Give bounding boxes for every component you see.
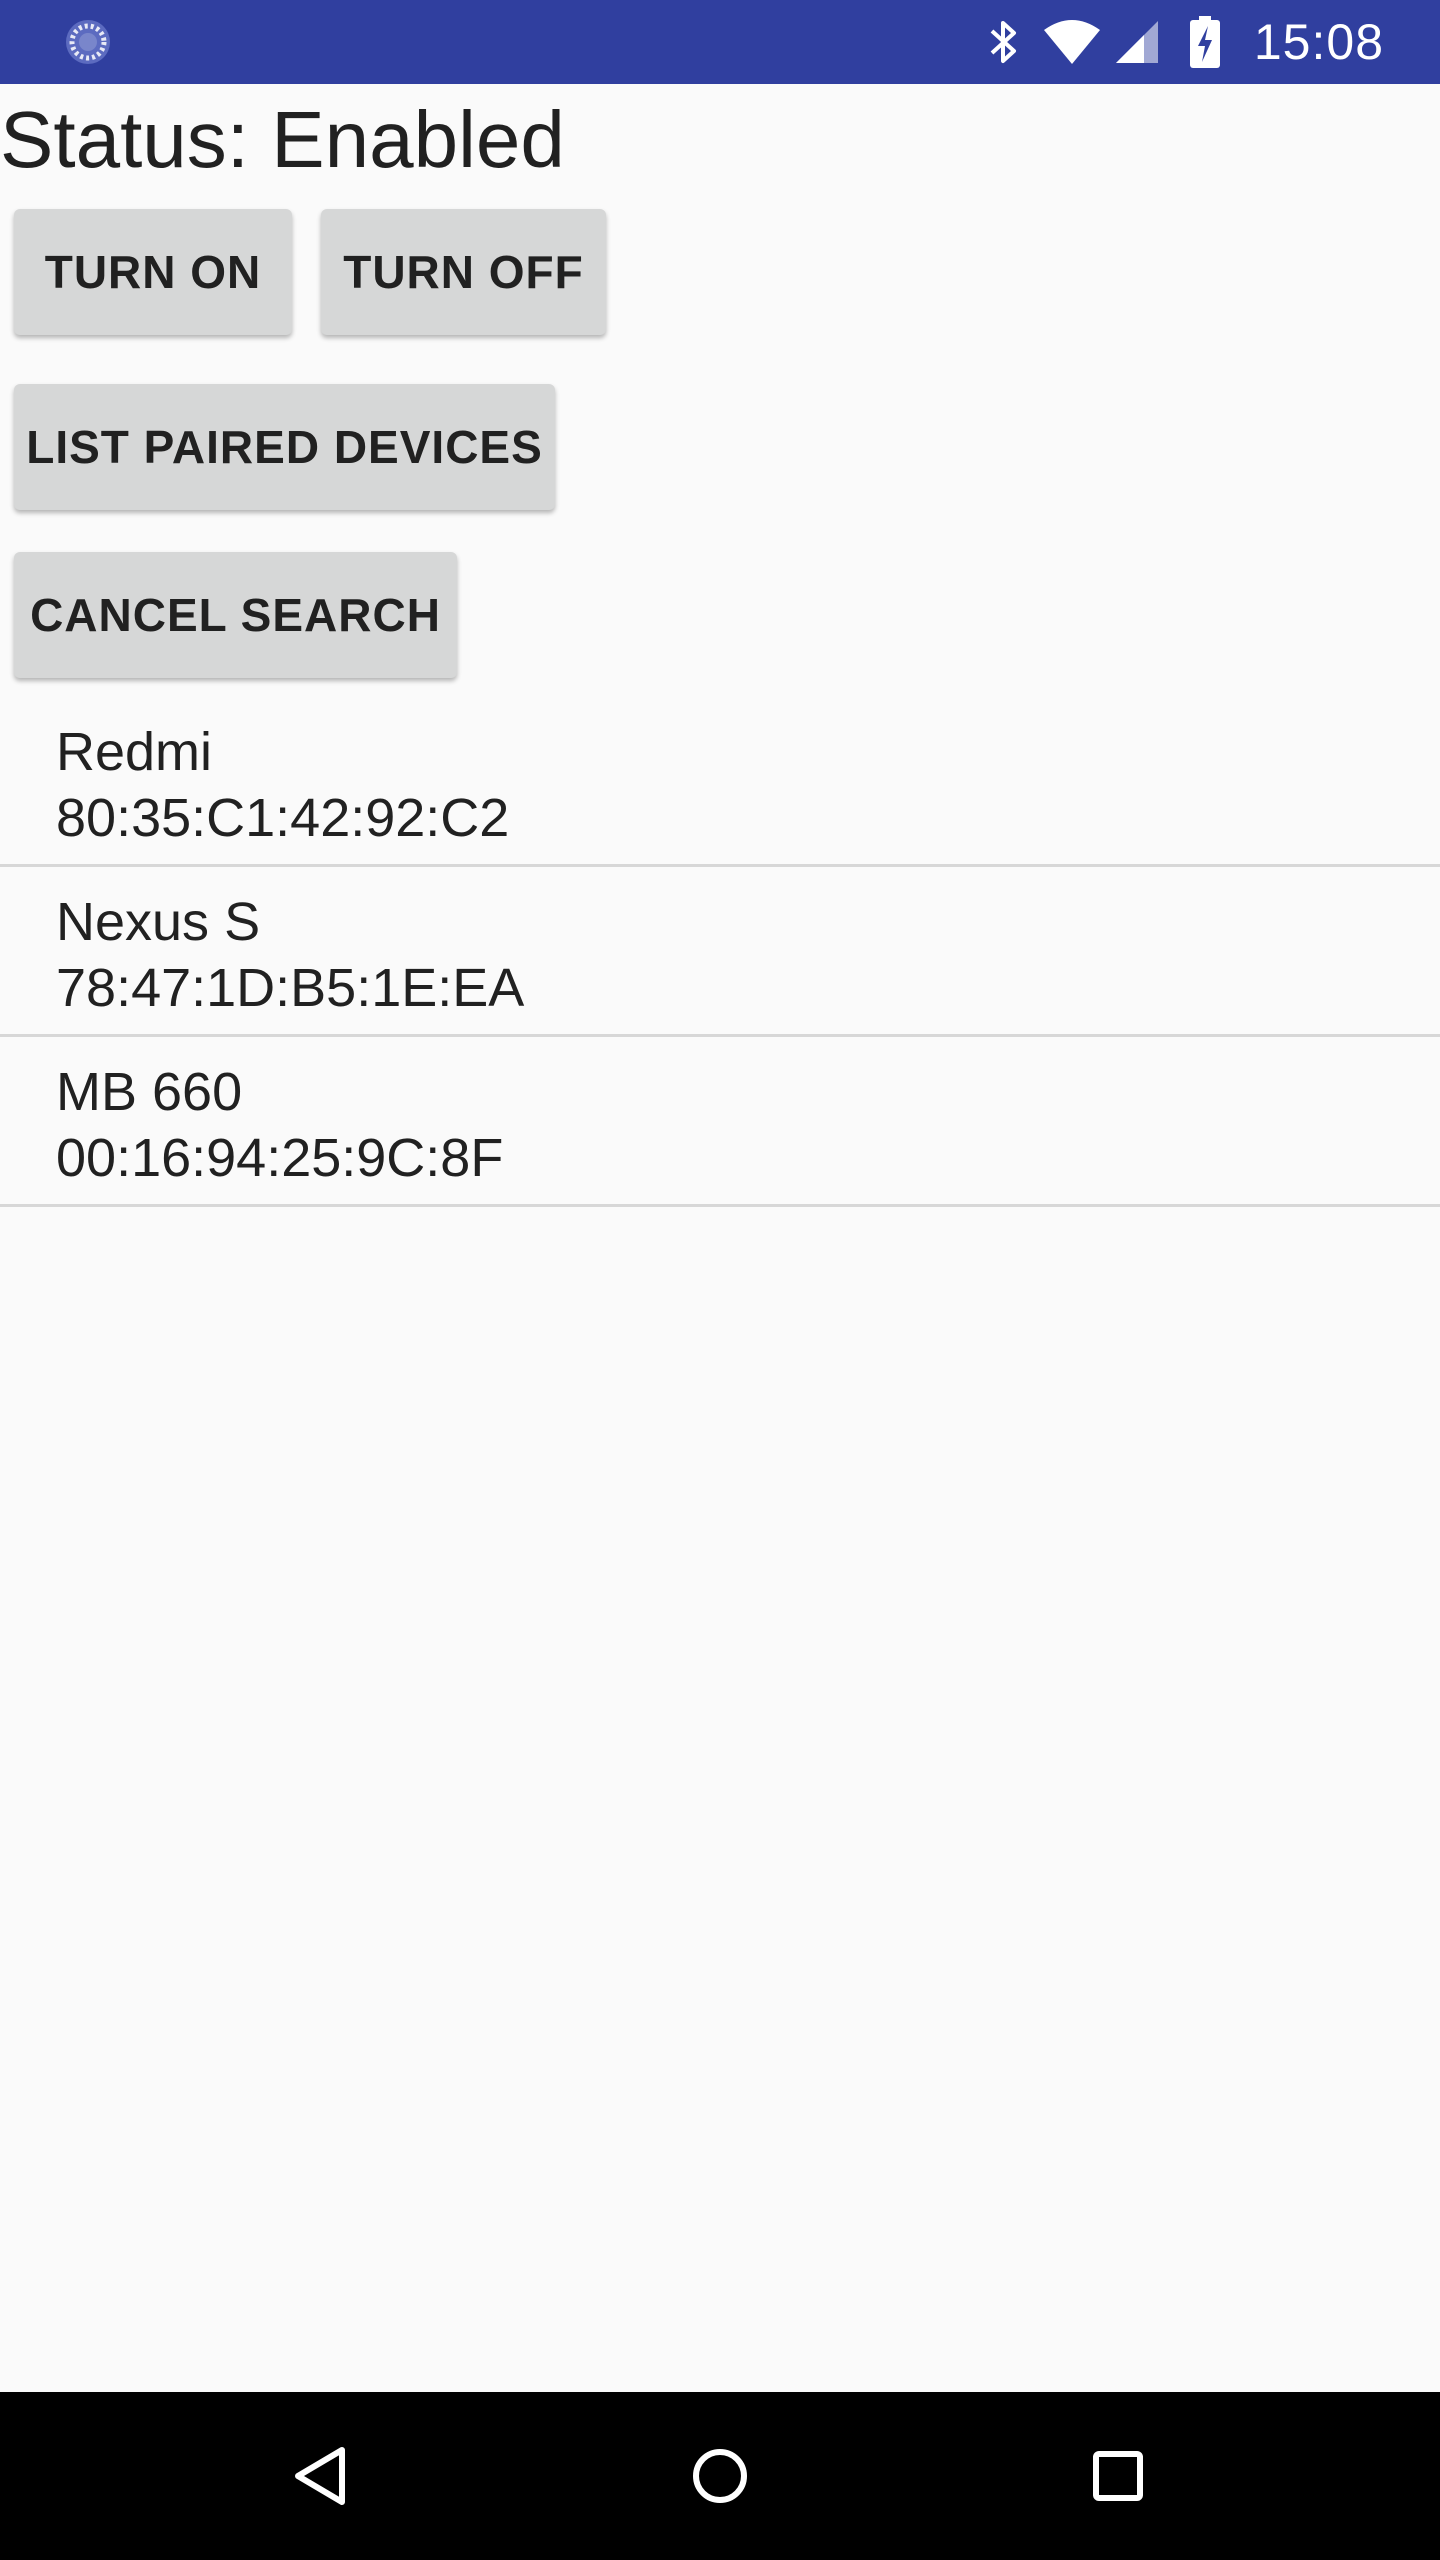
list-paired-devices-button[interactable]: LIST PAIRED DEVICES xyxy=(14,384,555,510)
status-bar: 15:08 xyxy=(0,0,1440,84)
turn-on-button[interactable]: TURN ON xyxy=(14,209,292,335)
recents-icon[interactable] xyxy=(1078,2436,1158,2516)
device-name: Nexus S xyxy=(56,892,261,952)
bluetooth-icon xyxy=(988,17,1018,67)
device-name: MB 660 xyxy=(56,1062,243,1122)
sync-progress-icon xyxy=(64,18,112,66)
home-icon[interactable] xyxy=(680,2436,760,2516)
navigation-bar xyxy=(0,2392,1440,2560)
signal-icon xyxy=(1114,19,1160,65)
device-address: 78:47:1D:B5:1E:EA xyxy=(56,958,525,1018)
status-icons: 15:08 xyxy=(964,0,1384,84)
list-item[interactable]: Redmi 80:35:C1:42:92:C2 xyxy=(0,697,1440,867)
clock: 15:08 xyxy=(1253,14,1384,70)
wifi-icon xyxy=(1042,18,1102,66)
device-name: Redmi xyxy=(56,722,213,782)
device-address: 80:35:C1:42:92:C2 xyxy=(56,788,510,848)
device-list: Redmi 80:35:C1:42:92:C2 Nexus S 78:47:1D… xyxy=(0,697,1440,1207)
list-item[interactable]: Nexus S 78:47:1D:B5:1E:EA xyxy=(0,867,1440,1037)
status-text: Status: Enabled xyxy=(0,95,565,184)
cancel-search-button[interactable]: CANCEL SEARCH xyxy=(14,552,457,678)
list-item[interactable]: MB 660 00:16:94:25:9C:8F xyxy=(0,1037,1440,1207)
device-address: 00:16:94:25:9C:8F xyxy=(56,1128,504,1188)
turn-off-button[interactable]: TURN OFF xyxy=(321,209,606,335)
battery-charging-icon xyxy=(1189,16,1220,68)
back-icon[interactable] xyxy=(282,2436,362,2516)
